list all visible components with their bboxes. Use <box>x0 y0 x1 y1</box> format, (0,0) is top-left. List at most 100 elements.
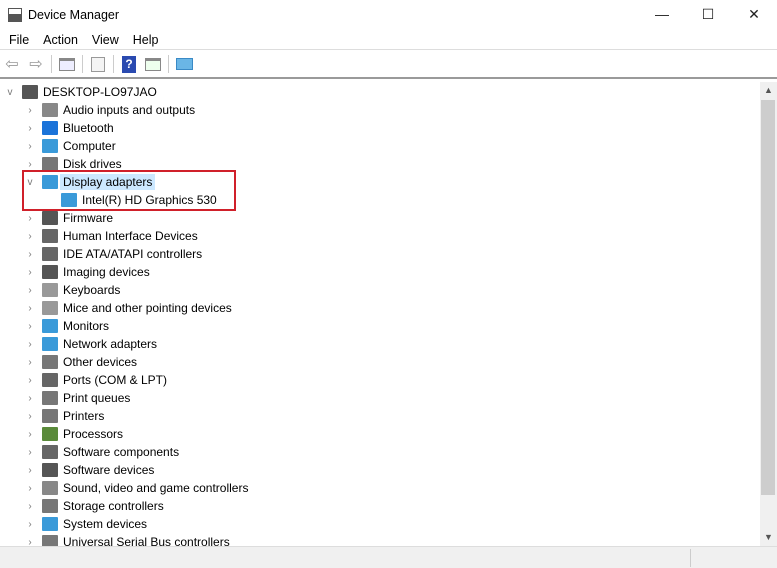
menu-view[interactable]: View <box>85 33 126 47</box>
tree-item-label: Processors <box>63 427 124 441</box>
expand-chevron-icon[interactable]: › <box>24 501 36 512</box>
scan-hardware-icon[interactable] <box>174 54 194 74</box>
device-manager-icon <box>8 8 22 22</box>
tree-item[interactable]: › Software components <box>24 443 179 461</box>
device-category-icon <box>42 517 58 531</box>
expand-chevron-icon[interactable]: › <box>24 231 36 242</box>
tree-item[interactable]: › Human Interface Devices <box>24 227 198 245</box>
device-category-icon <box>42 283 58 297</box>
tree-item-label: Printers <box>63 409 105 423</box>
expand-chevron-icon[interactable]: › <box>24 303 36 314</box>
tree-item[interactable]: › Computer <box>24 137 116 155</box>
scrollbar-thumb[interactable] <box>761 100 775 495</box>
tree-item[interactable]: › IDE ATA/ATAPI controllers <box>24 245 202 263</box>
expand-chevron-icon[interactable]: › <box>24 537 36 547</box>
expand-chevron-icon[interactable]: › <box>24 123 36 134</box>
tree-item[interactable]: › Keyboards <box>24 281 120 299</box>
expand-chevron-icon[interactable]: › <box>24 249 36 260</box>
device-category-icon <box>42 445 58 459</box>
tree-item[interactable]: › Monitors <box>24 317 109 335</box>
tree-item[interactable]: › Storage controllers <box>24 497 164 515</box>
expand-chevron-icon[interactable]: › <box>24 213 36 224</box>
tree-item-label: Other devices <box>63 355 138 369</box>
separator <box>168 55 169 73</box>
tree-item[interactable]: › Sound, video and game controllers <box>24 479 248 497</box>
tree-item[interactable]: › Firmware <box>24 209 113 227</box>
expand-chevron-icon[interactable]: › <box>24 159 36 170</box>
collapse-chevron-icon[interactable]: v <box>4 87 16 98</box>
vertical-scrollbar[interactable]: ▲ ▼ <box>760 82 777 546</box>
device-category-icon <box>42 427 58 441</box>
device-category-icon <box>42 463 58 477</box>
tree-item[interactable]: › Imaging devices <box>24 263 150 281</box>
tree-item[interactable]: › System devices <box>24 515 147 533</box>
expand-chevron-icon[interactable]: › <box>24 393 36 404</box>
tree-item[interactable]: › Printers <box>24 407 104 425</box>
expand-chevron-icon[interactable]: › <box>24 357 36 368</box>
help-icon[interactable]: ? <box>119 54 139 74</box>
tree-item-label: DESKTOP-LO97JAO <box>43 85 157 99</box>
device-category-icon <box>42 247 58 261</box>
tree-item-label: Ports (COM & LPT) <box>63 373 168 387</box>
device-category-icon <box>22 85 38 99</box>
device-category-icon <box>42 535 58 546</box>
expand-chevron-icon[interactable]: › <box>24 339 36 350</box>
tree-item-label: Disk drives <box>63 157 122 171</box>
menu-action[interactable]: Action <box>36 33 85 47</box>
tree-item-label: Computer <box>63 139 116 153</box>
toolbar: ⇦ ⇨ ? <box>0 51 777 79</box>
expand-chevron-icon[interactable]: › <box>24 429 36 440</box>
expand-chevron-icon[interactable]: › <box>24 411 36 422</box>
device-tree: v DESKTOP-LO97JAO › Audio inputs and output… <box>0 82 760 546</box>
expand-chevron-icon[interactable]: › <box>24 519 36 530</box>
device-category-icon <box>42 319 58 333</box>
forward-icon[interactable]: ⇨ <box>26 54 46 74</box>
expand-chevron-icon[interactable]: › <box>24 321 36 332</box>
minimize-button[interactable]: — <box>639 0 685 28</box>
tree-item[interactable]: › Other devices <box>24 353 137 371</box>
tree-item-label: Print queues <box>63 391 131 405</box>
tree-item[interactable]: › Mice and other pointing devices <box>24 299 232 317</box>
status-divider <box>690 549 691 567</box>
scroll-up-icon[interactable]: ▲ <box>760 82 777 99</box>
close-button[interactable]: ✕ <box>731 0 777 28</box>
tree-item[interactable]: › Software devices <box>24 461 154 479</box>
tree-item-label: Bluetooth <box>63 121 114 135</box>
tree-item-label: Network adapters <box>63 337 158 351</box>
device-category-icon <box>42 229 58 243</box>
expand-chevron-icon[interactable]: › <box>24 105 36 116</box>
expand-chevron-icon[interactable]: › <box>24 465 36 476</box>
tree-item[interactable]: › Processors <box>24 425 123 443</box>
back-icon[interactable]: ⇦ <box>2 54 22 74</box>
expand-chevron-icon[interactable]: › <box>24 267 36 278</box>
expand-chevron-icon[interactable]: › <box>24 375 36 386</box>
tree-item[interactable]: › Ports (COM & LPT) <box>24 371 167 389</box>
tree-item[interactable]: › Bluetooth <box>24 119 114 137</box>
expand-chevron-icon[interactable]: › <box>24 141 36 152</box>
properties-icon[interactable] <box>88 54 108 74</box>
tree-root-computer[interactable]: v DESKTOP-LO97JAO <box>4 83 157 101</box>
tree-item-label: Audio inputs and outputs <box>63 103 196 117</box>
tree-item[interactable]: › Audio inputs and outputs <box>24 101 195 119</box>
tree-item-label: IDE ATA/ATAPI controllers <box>63 247 203 261</box>
tree-item[interactable]: › Print queues <box>24 389 130 407</box>
expand-chevron-icon[interactable]: › <box>24 447 36 458</box>
maximize-button[interactable]: ☐ <box>685 0 731 28</box>
scroll-down-icon[interactable]: ▼ <box>760 529 777 546</box>
tree-item-label: Keyboards <box>63 283 121 297</box>
device-category-icon <box>42 211 58 225</box>
expand-chevron-icon[interactable]: › <box>24 483 36 494</box>
window-title: Device Manager <box>28 8 120 22</box>
status-bar <box>0 546 777 568</box>
separator <box>82 55 83 73</box>
expand-chevron-icon[interactable]: › <box>24 285 36 296</box>
tree-item-label: Imaging devices <box>63 265 150 279</box>
tree-item[interactable]: › Network adapters <box>24 335 157 353</box>
menu-file[interactable]: File <box>0 33 36 47</box>
menu-help[interactable]: Help <box>126 33 166 47</box>
tree-item-label: Mice and other pointing devices <box>63 301 232 315</box>
tree-item[interactable]: › Universal Serial Bus controllers <box>24 533 230 546</box>
show-hide-console-tree-icon[interactable] <box>57 54 77 74</box>
action-pane-icon[interactable] <box>143 54 163 74</box>
tree-item-label: Monitors <box>63 319 110 333</box>
